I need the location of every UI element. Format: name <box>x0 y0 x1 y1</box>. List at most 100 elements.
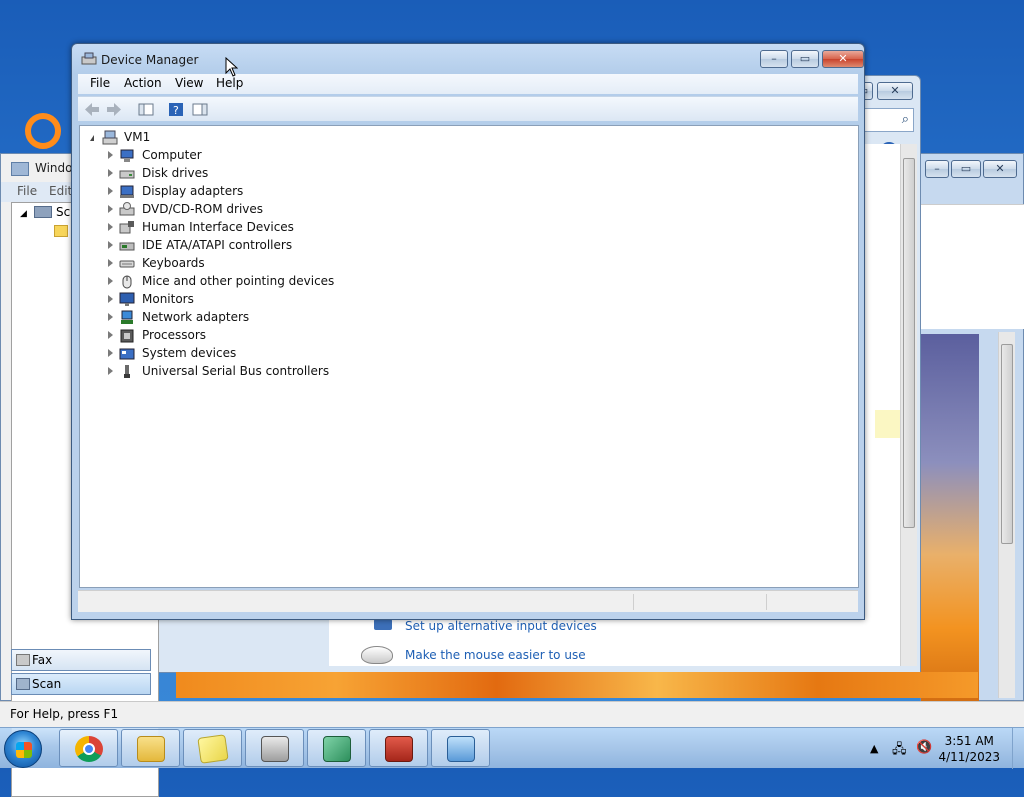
help-icon[interactable]: ? <box>168 102 184 117</box>
volume-muted-icon[interactable]: 🔇 <box>916 740 932 755</box>
usb-icon <box>119 364 135 379</box>
expand-arrow-icon[interactable] <box>108 331 113 339</box>
expand-arrow-icon[interactable] <box>108 241 113 249</box>
start-button[interactable] <box>4 730 42 768</box>
menu-help[interactable]: Help <box>216 76 243 90</box>
close-button[interactable]: ✕ <box>822 50 864 68</box>
expand-arrow-icon[interactable] <box>108 313 113 321</box>
expand-arrow-icon[interactable] <box>108 295 113 303</box>
back-arrow-icon[interactable] <box>84 102 100 117</box>
system-clock[interactable]: 3:51 AM 4/11/2023 <box>938 733 1000 765</box>
expand-arrow-icon[interactable] <box>108 205 113 213</box>
processor-icon <box>119 328 135 343</box>
tree-root-label: VM1 <box>124 130 151 144</box>
svg-text:?: ? <box>173 104 179 117</box>
wallpaper-preview-image <box>921 334 979 702</box>
search-input[interactable]: ⌕ <box>864 108 914 132</box>
clock-time: 3:51 AM <box>944 734 994 748</box>
device-manager-window[interactable]: Device Manager – ▭ ✕ File Action View He… <box>71 43 865 620</box>
tree-item-label: Human Interface Devices <box>142 220 294 234</box>
network-adapter-icon <box>119 310 135 325</box>
fax-app-icon <box>11 162 29 176</box>
taskbar-control-panel[interactable] <box>431 729 490 767</box>
mouse-icon <box>361 646 393 664</box>
display-adapter-icon <box>119 184 135 199</box>
menu-file[interactable]: File <box>17 184 37 198</box>
tree-item-label: System devices <box>142 346 237 360</box>
nav-button-fax-label: Fax <box>32 653 53 667</box>
expand-arrow-icon[interactable] <box>108 169 113 177</box>
expand-arrow-icon[interactable] <box>108 367 113 375</box>
folder-icon <box>137 736 165 762</box>
menu-edit[interactable]: Edit <box>49 184 72 198</box>
tree-item-label: IDE ATA/ATAPI controllers <box>142 238 293 252</box>
nav-button-fax[interactable]: Fax <box>11 649 151 671</box>
collapse-arrow-icon[interactable] <box>90 135 94 141</box>
menu-bar: File Action View Help <box>78 74 858 94</box>
background-status-bar: For Help, press F1 <box>0 701 1024 727</box>
expand-icon[interactable]: ◢ <box>20 209 27 219</box>
printer-icon <box>261 736 289 762</box>
expand-arrow-icon[interactable] <box>108 259 113 267</box>
forward-arrow-icon[interactable] <box>106 102 122 117</box>
taskbar-file-explorer[interactable] <box>121 729 180 767</box>
taskbar-fax-and-scan[interactable] <box>245 729 304 767</box>
computer-icon <box>119 148 135 163</box>
expand-arrow-icon[interactable] <box>108 151 113 159</box>
taskbar-network-tool[interactable] <box>307 729 366 767</box>
scrollbar-thumb[interactable] <box>903 158 915 528</box>
close-button[interactable]: ✕ <box>983 160 1017 178</box>
window-title: Windo <box>35 161 73 175</box>
taskbar-toolbox[interactable] <box>369 729 428 767</box>
expand-arrow-icon[interactable] <box>108 349 113 357</box>
nav-button-scan[interactable]: Scan <box>11 673 151 695</box>
wallpaper-flowers <box>176 672 978 698</box>
link-mouse-easier[interactable]: Make the mouse easier to use <box>405 648 586 662</box>
scrollbar-thumb[interactable] <box>1001 344 1013 544</box>
show-desktop-button[interactable] <box>1012 728 1024 769</box>
tree-item-label: Processors <box>142 328 207 342</box>
vertical-scrollbar[interactable] <box>998 332 1015 698</box>
status-divider <box>766 594 767 610</box>
tree-item-label: Computer <box>142 148 202 162</box>
menu-file[interactable]: File <box>90 76 110 90</box>
window-title: Device Manager <box>101 53 199 67</box>
vertical-scrollbar[interactable] <box>900 144 917 666</box>
chrome-icon <box>75 736 103 762</box>
background-right-window[interactable]: – ▭ ✕ <box>920 153 1024 702</box>
toolbar: ? <box>78 96 858 121</box>
close-button[interactable]: ✕ <box>877 82 913 100</box>
link-alternative-input[interactable]: Set up alternative input devices <box>405 619 597 633</box>
nav-button-scan-label: Scan <box>32 677 62 691</box>
disk-drive-icon <box>119 166 135 181</box>
fax-icon <box>16 654 30 666</box>
show-hide-action-pane-icon[interactable] <box>192 102 208 117</box>
maximize-button[interactable]: ▭ <box>791 50 819 68</box>
device-manager-icon <box>81 52 97 66</box>
minimize-button[interactable]: – <box>925 160 949 178</box>
taskbar-sticky-notes[interactable] <box>183 729 242 767</box>
minimize-button[interactable]: – <box>760 50 788 68</box>
tree-item-label: DVD/CD-ROM drives <box>142 202 264 216</box>
toolbox-icon <box>385 736 413 762</box>
menu-action[interactable]: Action <box>124 76 162 90</box>
network-status-icon[interactable]: 🖧 <box>892 740 907 762</box>
menu-view[interactable]: View <box>175 76 203 90</box>
tree-item-label: Mice and other pointing devices <box>142 274 335 288</box>
expand-arrow-icon[interactable] <box>108 277 113 285</box>
tree-item-label: Disk drives <box>142 166 209 180</box>
hid-icon <box>119 220 135 235</box>
show-hide-console-tree-icon[interactable] <box>138 102 154 117</box>
tree-item-label: Network adapters <box>142 310 250 324</box>
folder-icon <box>54 225 68 237</box>
taskbar-chrome[interactable] <box>59 729 118 767</box>
expand-arrow-icon[interactable] <box>108 223 113 231</box>
maximize-button[interactable]: ▭ <box>951 160 981 178</box>
expand-arrow-icon[interactable] <box>108 187 113 195</box>
mouse-cursor-icon <box>225 57 238 77</box>
input-devices-icon <box>374 619 392 630</box>
show-hidden-icons-icon[interactable]: ▲ <box>870 742 878 755</box>
mouse-icon <box>119 274 135 289</box>
status-text: For Help, press F1 <box>10 707 119 721</box>
desktop-app-icon[interactable] <box>25 113 61 149</box>
